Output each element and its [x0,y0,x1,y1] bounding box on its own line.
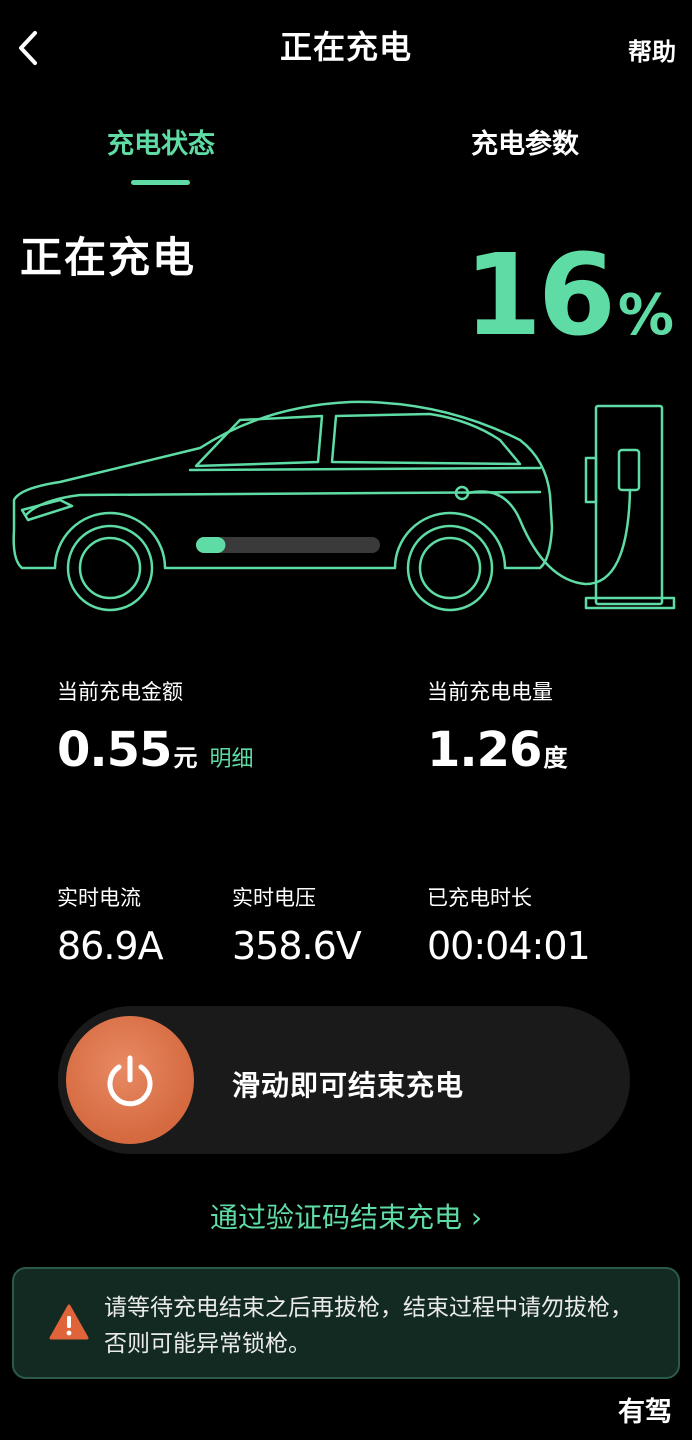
warning-text: 请等待充电结束之后再拔枪，结束过程中请勿拔枪，否则可能异常锁枪。 [104,1295,633,1357]
energy-unit: 度 [543,744,568,772]
amount-detail-link[interactable]: 明细 [209,741,253,773]
charging-state-text: 正在充电 [20,233,197,282]
verify-code-end-link[interactable]: 通过验证码结束充电 › [0,1196,692,1236]
voltage-label: 实时电压 [232,886,316,910]
amount-unit: 元 [173,744,198,772]
watermark: 有驾 [618,1397,672,1428]
voltage-value: 358.6V [232,924,362,968]
duration-label: 已充电时长 [427,886,532,910]
amount-value: 0.55 [57,722,172,778]
active-tab-indicator [131,180,190,185]
energy-value: 1.26 [427,722,542,778]
battery-percent-unit: % [617,283,674,348]
energy-value-group: 1.26 度 [427,722,567,778]
slider-label: 滑动即可结束充电 [232,1069,465,1102]
battery-percent: 16 % [464,240,674,352]
warning-triangle-icon [49,1304,89,1340]
battery-percent-value: 16 [464,231,616,361]
slider-knob[interactable] [66,1016,194,1144]
amount-label: 当前充电金额 [57,680,183,704]
energy-label: 当前充电电量 [427,680,553,704]
current-value: 86.9A [57,924,164,968]
tab-charging-params[interactable]: 充电参数 [358,122,692,161]
car-battery-bar-fill [196,537,226,553]
car-charging-illustration [12,400,676,612]
duration-value: 00:04:01 [427,924,591,968]
current-label: 实时电流 [57,886,141,910]
tab-charging-status[interactable]: 充电状态 [0,122,322,161]
page-title: 正在充电 [279,28,412,66]
help-button[interactable]: 帮助 [628,32,676,67]
amount-value-group: 0.55 元 明细 [57,722,253,778]
power-icon [107,1055,153,1107]
